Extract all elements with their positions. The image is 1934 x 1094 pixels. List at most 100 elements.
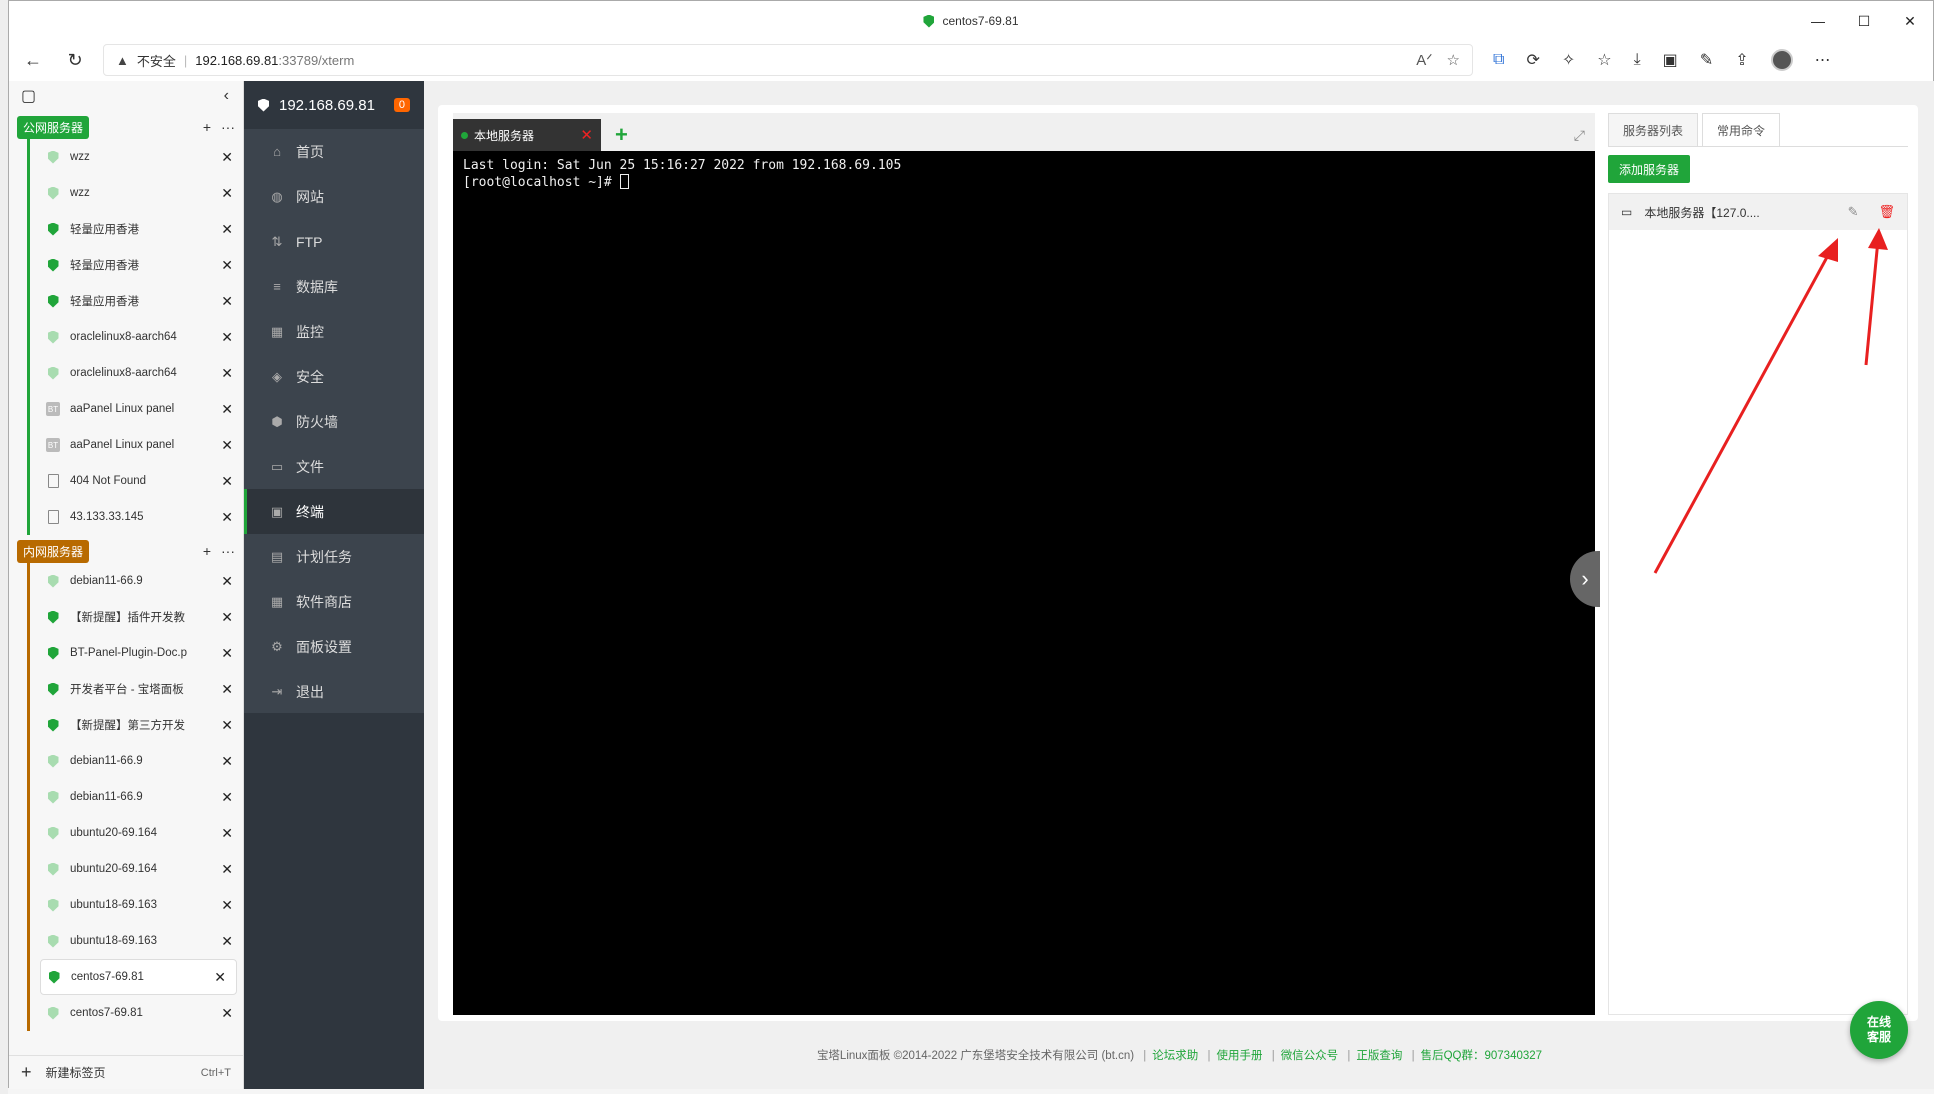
browser-tab[interactable]: ubuntu18-69.163 ✕: [30, 887, 243, 923]
close-tab-icon[interactable]: ✕: [221, 681, 233, 698]
close-tab-icon[interactable]: ✕: [221, 509, 233, 526]
browser-tab[interactable]: oraclelinux8-aarch64 ✕: [30, 355, 243, 391]
browser-tab[interactable]: ubuntu20-69.164 ✕: [30, 851, 243, 887]
add-terminal-icon[interactable]: +: [615, 119, 628, 151]
server-row[interactable]: ▭ 本地服务器【127.0.... ✎ 🗑: [1609, 194, 1907, 230]
more-menu-icon[interactable]: ⋯: [1815, 50, 1831, 70]
nav-item[interactable]: ◈ 安全: [244, 354, 424, 399]
nav-item[interactable]: ≡ 数据库: [244, 264, 424, 309]
browser-tab[interactable]: wzz ✕: [30, 139, 243, 175]
nav-item[interactable]: ⬢ 防火墙: [244, 399, 424, 444]
translate-icon[interactable]: ⧉: [1493, 51, 1504, 69]
online-support-button[interactable]: 在线 客服: [1850, 1001, 1908, 1059]
collections-icon[interactable]: ▣: [1663, 50, 1678, 70]
share-icon[interactable]: ⇪: [1735, 50, 1748, 70]
close-tab-icon[interactable]: ✕: [221, 933, 233, 950]
close-tab-icon[interactable]: ✕: [221, 609, 233, 626]
download-icon[interactable]: ⤓: [1634, 51, 1641, 69]
close-tab-icon[interactable]: ✕: [221, 185, 233, 202]
browser-tab[interactable]: ubuntu20-69.164 ✕: [30, 815, 243, 851]
browser-tab[interactable]: wzz ✕: [30, 175, 243, 211]
close-tab-icon[interactable]: ✕: [221, 365, 233, 382]
browser-tab[interactable]: centos7-69.81 ✕: [40, 959, 237, 995]
close-tab-icon[interactable]: ✕: [221, 789, 233, 806]
close-tab-icon[interactable]: ✕: [221, 897, 233, 914]
nav-item[interactable]: ▦ 软件商店: [244, 579, 424, 624]
manual-link[interactable]: 使用手册: [1216, 1050, 1262, 1062]
tab-group-header[interactable]: 公网服务器 + ···: [9, 115, 243, 139]
tab-group-label[interactable]: 内网服务器: [17, 539, 90, 563]
close-tab-icon[interactable]: ✕: [221, 149, 233, 166]
tab-common-commands[interactable]: 常用命令: [1702, 113, 1781, 146]
minimize-button[interactable]: —: [1795, 1, 1841, 41]
nav-item[interactable]: ⇅ FTP: [244, 219, 424, 264]
browser-tab[interactable]: debian11-66.9 ✕: [30, 743, 243, 779]
nav-item[interactable]: ⇥ 退出: [244, 669, 424, 714]
favorites-icon[interactable]: ☆: [1597, 50, 1611, 70]
maximize-button[interactable]: ☐: [1841, 1, 1887, 41]
fullscreen-icon[interactable]: ⤢: [1574, 119, 1585, 151]
tab-actions-icon[interactable]: ▢: [21, 86, 36, 106]
browser-tab[interactable]: BT aaPanel Linux panel ✕: [30, 427, 243, 463]
tab-group-header[interactable]: 内网服务器 + ···: [9, 539, 243, 563]
browser-tab[interactable]: 开发者平台 - 宝塔面板 ✕: [30, 671, 243, 707]
reload-icon[interactable]: ↻: [61, 46, 89, 74]
close-tab-icon[interactable]: ✕: [221, 861, 233, 878]
close-window-button[interactable]: ✕: [1887, 1, 1933, 41]
page-scrollbar[interactable]: [1925, 81, 1933, 1089]
browser-tab[interactable]: BT aaPanel Linux panel ✕: [30, 391, 243, 427]
wechat-link[interactable]: 微信公众号: [1281, 1050, 1339, 1062]
nav-item[interactable]: ⌂ 首页: [244, 129, 424, 174]
browser-tab[interactable]: 轻量应用香港 ✕: [30, 283, 243, 319]
add-tab-icon[interactable]: +: [203, 543, 211, 559]
notification-badge[interactable]: 0: [393, 98, 410, 112]
close-tab-icon[interactable]: ✕: [221, 437, 233, 454]
terminal-tab[interactable]: 本地服务器 ✕: [453, 119, 601, 151]
nav-item[interactable]: ▦ 监控: [244, 309, 424, 354]
browser-tab[interactable]: debian11-66.9 ✕: [30, 779, 243, 815]
browser-tab[interactable]: 【新提醒】第三方开发 ✕: [30, 707, 243, 743]
browser-tab[interactable]: 404 Not Found ✕: [30, 463, 243, 499]
new-tab-button[interactable]: + 新建标签页 Ctrl+T: [9, 1055, 243, 1089]
browser-tab[interactable]: 【新提醒】插件开发教 ✕: [30, 599, 243, 635]
license-link[interactable]: 正版查询: [1356, 1050, 1402, 1062]
close-tab-icon[interactable]: ✕: [221, 221, 233, 238]
back-arrow-icon[interactable]: ←: [19, 46, 47, 74]
delete-icon[interactable]: 🗑: [1878, 204, 1895, 220]
tab-group-label[interactable]: 公网服务器: [17, 115, 90, 139]
close-tab-icon[interactable]: ✕: [221, 753, 233, 770]
browser-tab[interactable]: centos7-69.81 ✕: [30, 995, 243, 1031]
browser-tab[interactable]: debian11-66.9 ✕: [30, 563, 243, 599]
nav-item[interactable]: ▤ 计划任务: [244, 534, 424, 579]
close-tab-icon[interactable]: ✕: [214, 969, 226, 986]
close-tab-icon[interactable]: ✕: [221, 573, 233, 590]
edit-icon[interactable]: ✎: [1848, 204, 1859, 220]
close-tab-icon[interactable]: ✕: [221, 645, 233, 662]
sync-icon[interactable]: ⟳: [1526, 50, 1539, 70]
close-tab-icon[interactable]: ✕: [221, 717, 233, 734]
tab-server-list[interactable]: 服务器列表: [1608, 113, 1699, 146]
add-tab-icon[interactable]: +: [203, 119, 211, 135]
add-server-button[interactable]: 添加服务器: [1608, 155, 1690, 183]
notes-icon[interactable]: ✎: [1700, 50, 1713, 70]
collapse-sidebar-icon[interactable]: ‹: [224, 87, 229, 105]
address-bar[interactable]: ▲ 不安全 | 192.168.69.81 :33789/xterm Aᐟ ☆: [103, 44, 1473, 76]
group-more-icon[interactable]: ···: [221, 119, 235, 135]
browser-tab[interactable]: BT-Panel-Plugin-Doc.p ✕: [30, 635, 243, 671]
close-tab-icon[interactable]: ✕: [221, 293, 233, 310]
close-tab-icon[interactable]: ✕: [221, 257, 233, 274]
browser-tab[interactable]: ubuntu18-69.163 ✕: [30, 923, 243, 959]
browser-tab[interactable]: 43.133.33.145 ✕: [30, 499, 243, 535]
profile-avatar[interactable]: [1770, 49, 1793, 71]
favorite-star-icon[interactable]: ☆: [1447, 51, 1460, 69]
forum-link[interactable]: 论坛求助: [1152, 1050, 1198, 1062]
browser-tab[interactable]: 轻量应用香港 ✕: [30, 211, 243, 247]
group-more-icon[interactable]: ···: [221, 543, 235, 559]
close-tab-icon[interactable]: ✕: [221, 473, 233, 490]
close-terminal-tab-icon[interactable]: ✕: [580, 126, 593, 144]
qq-group-link[interactable]: 售后QQ群：907340327: [1421, 1050, 1542, 1062]
browser-tab[interactable]: 轻量应用香港 ✕: [30, 247, 243, 283]
nav-item[interactable]: ▣ 终端: [244, 489, 424, 534]
nav-item[interactable]: ◍ 网站: [244, 174, 424, 219]
close-tab-icon[interactable]: ✕: [221, 401, 233, 418]
